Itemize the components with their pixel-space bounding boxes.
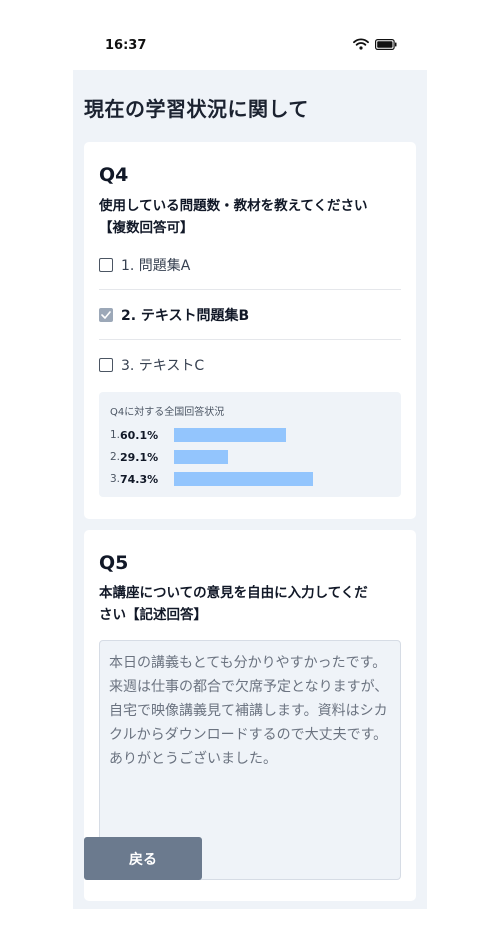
question-text: 使用している問題数・教材を教えてください 【複数回答可】 xyxy=(99,195,404,239)
question-text: 本講座についての意見を自由に入力してくだ さい【記述回答】 xyxy=(99,582,404,626)
option-1[interactable]: 1. 問題集A xyxy=(99,240,401,290)
question-text-line: 本講座についての意見を自由に入力してくだ xyxy=(99,585,368,601)
national-stats-panel: Q4に対する全国回答状況 1. 60.1% 2. 29.1% 3. 74.3% xyxy=(99,392,401,497)
stat-bar-track xyxy=(174,472,374,486)
stat-bar-track xyxy=(174,450,374,464)
stat-row: 3. 74.3% xyxy=(110,472,374,486)
stat-bar xyxy=(174,450,229,464)
question-text-line: 使用している問題数・教材を教えてください xyxy=(99,198,368,214)
check-icon xyxy=(101,311,111,319)
checkbox[interactable] xyxy=(99,258,113,272)
stat-percent: 74.3% xyxy=(120,472,159,486)
stat-percent: 60.1% xyxy=(120,428,159,442)
option-label: 1. 問題集A xyxy=(121,258,191,274)
screen: 現在の学習状況に関して Q4 使用している問題数・教材を教えてください 【複数回… xyxy=(73,70,427,909)
page-title: 現在の学習状況に関して xyxy=(84,97,309,121)
option-label: 2. テキスト問題集B xyxy=(121,308,250,324)
option-label: 3. テキストC xyxy=(121,358,205,374)
back-button[interactable]: 戻る xyxy=(84,837,202,880)
status-time: 16:37 xyxy=(105,38,147,53)
stat-index: 2. xyxy=(110,451,121,463)
stat-bar xyxy=(174,472,313,486)
status-icons xyxy=(353,38,397,50)
question-number: Q4 xyxy=(99,164,129,186)
stat-bar xyxy=(174,428,287,442)
battery-icon xyxy=(375,38,397,50)
question-number: Q5 xyxy=(99,552,129,574)
question-card-q4: Q4 使用している問題数・教材を教えてください 【複数回答可】 1. 問題集A … xyxy=(84,142,416,519)
option-3[interactable]: 3. テキストC xyxy=(99,340,401,390)
stat-bar-track xyxy=(174,428,374,442)
question-text-line: さい【記述回答】 xyxy=(99,607,207,623)
stat-index: 1. xyxy=(110,429,121,441)
question-text-line: 【複数回答可】 xyxy=(99,220,194,236)
status-bar: 16:37 xyxy=(73,30,427,62)
stat-index: 3. xyxy=(110,473,121,485)
checkbox[interactable] xyxy=(99,358,113,372)
stat-percent: 29.1% xyxy=(120,450,159,464)
stat-row: 2. 29.1% xyxy=(110,450,374,464)
wifi-icon xyxy=(353,38,369,50)
stat-row: 1. 60.1% xyxy=(110,428,374,442)
stats-title: Q4に対する全国回答状況 xyxy=(110,407,225,418)
checkbox-checked[interactable] xyxy=(99,308,113,322)
option-2[interactable]: 2. テキスト問題集B xyxy=(99,290,401,340)
